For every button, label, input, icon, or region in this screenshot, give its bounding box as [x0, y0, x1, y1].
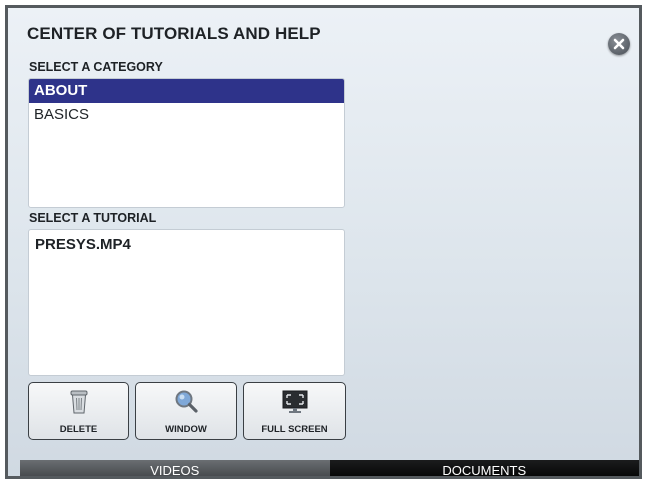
delete-button[interactable]: DELETE [28, 382, 129, 440]
page-title: CENTER OF TUTORIALS AND HELP [27, 24, 321, 43]
magnifier-icon [175, 390, 198, 413]
close-icon [613, 38, 625, 50]
tutorials-help-window: CENTER OF TUTORIALS AND HELP SELECT A CA… [5, 5, 642, 479]
fullscreen-monitor-icon [282, 390, 307, 413]
category-section-label: SELECT A CATEGORY [29, 60, 163, 74]
tutorial-item-presys[interactable]: PRESYS.MP4 [29, 230, 344, 253]
bottom-tab-bar: VIDEOS DOCUMENTS [20, 460, 639, 476]
full-screen-label: FULL SCREEN [261, 424, 328, 435]
tab-documents[interactable]: DOCUMENTS [329, 460, 639, 476]
window-label: WINDOW [165, 424, 207, 435]
category-list: ABOUT BASICS [28, 78, 345, 208]
category-item-about[interactable]: ABOUT [29, 79, 344, 103]
category-item-basics[interactable]: BASICS [29, 103, 344, 127]
tab-videos[interactable]: VIDEOS [20, 460, 330, 476]
close-button[interactable] [608, 33, 630, 55]
trash-icon [70, 390, 87, 414]
window-button[interactable]: WINDOW [135, 382, 237, 440]
full-screen-button[interactable]: FULL SCREEN [243, 382, 346, 440]
delete-label: DELETE [59, 424, 98, 435]
tutorial-section-label: SELECT A TUTORIAL [29, 211, 157, 225]
tutorial-list: PRESYS.MP4 [28, 229, 345, 376]
